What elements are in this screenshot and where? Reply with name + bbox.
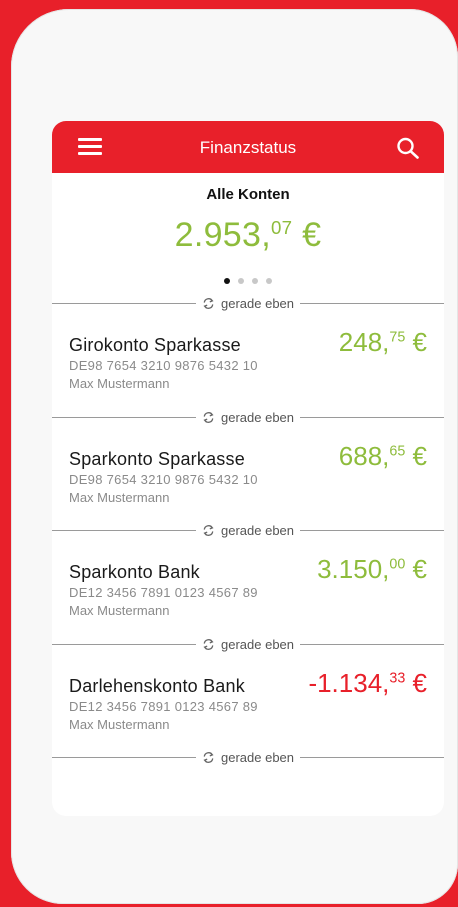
account-balance-currency: € xyxy=(412,668,427,698)
divider-line xyxy=(52,416,196,418)
total-balance-cents: 07 xyxy=(270,216,293,238)
total-balance-main: 2.953, xyxy=(174,216,271,254)
page-dot[interactable] xyxy=(252,278,258,284)
page-indicator[interactable] xyxy=(52,271,444,289)
divider-line xyxy=(300,529,444,531)
account-balance-main: -1.134, xyxy=(308,668,390,698)
total-label: Alle Konten xyxy=(206,186,290,203)
account-owner: Max Mustermann xyxy=(69,717,170,732)
account-iban: DE98 7654 3210 9876 5432 10 xyxy=(69,358,258,373)
sync-status-label: gerade eben xyxy=(221,295,295,311)
account-owner: Max Mustermann xyxy=(69,603,170,618)
account-balance-main: 688, xyxy=(338,441,390,471)
divider-line xyxy=(52,302,196,304)
account-balance-cents: 00 xyxy=(389,556,406,573)
sync-status[interactable]: gerade eben xyxy=(196,523,300,538)
divider-line xyxy=(300,302,444,304)
app-screen: Finanzstatus Alle Konten 2.953,07 € gera… xyxy=(52,121,444,816)
divider-line xyxy=(300,416,444,418)
account-iban: DE12 3456 7891 0123 4567 89 xyxy=(69,585,258,600)
total-balance: 2.953,07 € xyxy=(52,216,444,255)
account-name: Girokonto Sparkasse xyxy=(69,335,241,355)
sync-status[interactable]: gerade eben xyxy=(196,410,300,425)
refresh-icon xyxy=(203,524,214,536)
account-balance-cents: 65 xyxy=(389,443,406,460)
account-balance: 248,75 € xyxy=(339,327,427,358)
divider-line xyxy=(300,756,444,758)
account-owner: Max Mustermann xyxy=(69,376,170,391)
account-balance: -1.134,33 € xyxy=(308,668,427,699)
sync-status-divider: gerade eben xyxy=(52,636,444,652)
account-balance: 3.150,00 € xyxy=(317,554,427,585)
account-balance-main: 248, xyxy=(338,327,390,357)
sync-status-label: gerade eben xyxy=(221,522,295,538)
app-header: Finanzstatus xyxy=(52,121,444,173)
sync-status-divider: gerade eben xyxy=(52,409,444,425)
page-dot[interactable] xyxy=(238,278,244,284)
account-row[interactable]: Sparkonto Sparkasse DE98 7654 3210 9876 5… xyxy=(52,435,444,515)
account-name: Sparkonto Sparkasse xyxy=(69,449,245,469)
page-dot[interactable] xyxy=(266,278,272,284)
account-balance: 688,65 € xyxy=(339,441,427,472)
account-balance-cents: 33 xyxy=(389,670,406,687)
divider-line xyxy=(300,643,444,645)
divider-line xyxy=(52,529,196,531)
account-owner: Max Mustermann xyxy=(69,490,170,505)
sync-status-divider: gerade eben xyxy=(52,522,444,538)
page-dot[interactable] xyxy=(224,278,230,284)
search-button[interactable] xyxy=(396,137,420,159)
account-name: Sparkonto Bank xyxy=(69,562,200,582)
sync-status-label: gerade eben xyxy=(221,409,295,425)
sync-status[interactable]: gerade eben xyxy=(196,750,300,765)
account-iban: DE98 7654 3210 9876 5432 10 xyxy=(69,472,258,487)
account-name: Darlehenskonto Bank xyxy=(69,676,245,696)
sync-status-label: gerade eben xyxy=(221,749,295,765)
sync-status[interactable]: gerade eben xyxy=(196,637,300,652)
refresh-icon xyxy=(203,751,214,763)
account-row[interactable]: Darlehenskonto Bank DE12 3456 7891 0123 4… xyxy=(52,662,444,742)
account-balance-currency: € xyxy=(412,441,427,471)
account-row[interactable]: Girokonto Sparkasse DE98 7654 3210 9876 5… xyxy=(52,321,444,401)
search-icon xyxy=(397,137,419,159)
account-iban: DE12 3456 7891 0123 4567 89 xyxy=(69,699,258,714)
sync-status-divider: gerade eben xyxy=(52,749,444,765)
divider-line xyxy=(52,756,196,758)
sync-status[interactable]: gerade eben xyxy=(196,296,300,311)
phone-frame: Finanzstatus Alle Konten 2.953,07 € gera… xyxy=(11,9,458,904)
refresh-icon xyxy=(203,411,214,423)
sync-status-divider: gerade eben xyxy=(52,295,444,311)
refresh-icon xyxy=(203,638,214,650)
divider-line xyxy=(52,643,196,645)
account-balance-currency: € xyxy=(412,554,427,584)
sync-status-label: gerade eben xyxy=(221,636,295,652)
refresh-icon xyxy=(203,297,214,309)
total-balance-currency: € xyxy=(302,216,322,254)
account-row[interactable]: Sparkonto Bank DE12 3456 7891 0123 4567 8… xyxy=(52,548,444,628)
page-title: Finanzstatus xyxy=(199,138,297,157)
account-balance-cents: 75 xyxy=(389,329,406,346)
account-balance-main: 3.150, xyxy=(317,554,390,584)
account-balance-currency: € xyxy=(412,327,427,357)
